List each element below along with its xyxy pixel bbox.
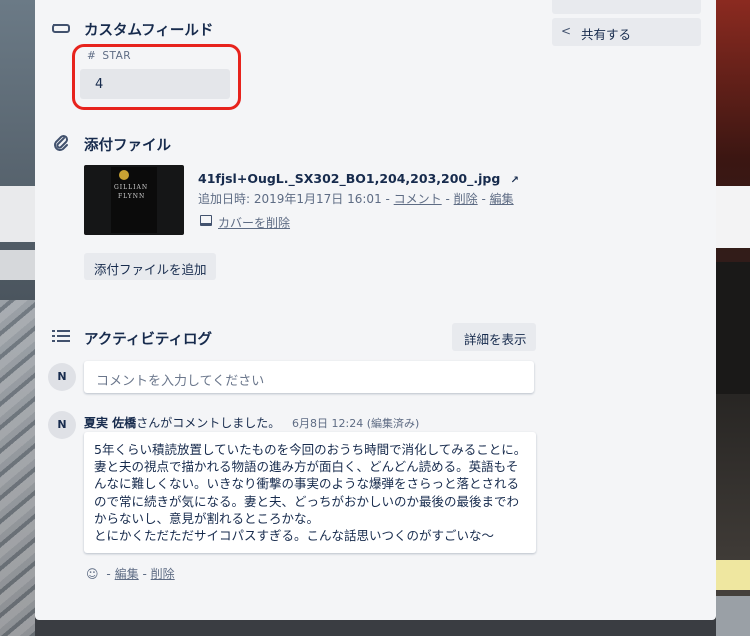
sidebar-button-partial[interactable] [552,0,701,14]
share-button-label: 共有する [581,27,632,42]
share-button[interactable]: < 共有する [552,18,701,46]
board-background-right [716,0,750,636]
comment-header: 夏実 佐橋さんがコメントしました。 6月8日 12:24 (編集済み) [84,416,420,430]
add-reaction-icon[interactable]: ☺ [86,567,99,581]
remove-cover-link[interactable]: カバーを削除 [200,214,290,231]
board-card[interactable] [716,596,750,636]
book-cover-lettering: GILLIAN [114,184,149,191]
avatar[interactable]: N [48,411,76,439]
book-cover-image [111,167,157,233]
activity-list-icon [52,329,70,346]
custom-fields-title: カスタムフィールド [84,23,214,39]
board-card[interactable] [0,186,35,242]
attachment-thumbnail[interactable]: GILLIAN FLYNN [84,165,184,235]
card-detail-modal: < 共有する カスタムフィールド # STAR 4 添付ファイル GILLIAN … [35,0,716,620]
share-icon: < [561,24,572,38]
activity-title: アクティビティログ [84,332,213,348]
card-cover-icon [200,215,212,226]
highlight-annotation-ring [72,44,241,110]
add-attachment-button[interactable]: 添付ファイルを追加 [84,253,216,280]
attachment-meta: 追加日時: 2019年1月17日 16:01 - コメント - 削除 - 編集 [198,192,514,206]
board-card-cover[interactable] [716,262,750,394]
book-cover-lettering: FLYNN [118,193,146,200]
comment-timestamp[interactable]: 6月8日 12:24 (編集済み) [292,417,419,430]
external-link-icon[interactable]: ↗ [511,175,519,186]
attachment-comment-link[interactable]: コメント [394,192,442,206]
board-card[interactable] [716,186,750,248]
book-cover-seal [119,170,129,180]
attachment-delete-link[interactable]: 削除 [454,192,478,206]
attachment-edit-link[interactable]: 編集 [490,192,514,206]
comment-body: 5年くらい積読放置していたものを今回のおうち時間で消化してみることに。 妻と夫の… [84,432,536,553]
comment-input[interactable]: コメントを入力してください [84,361,534,393]
comment-author[interactable]: 夏実 佐橋 [84,416,136,430]
comment-actions: ☺ - 編集 - 削除 [86,567,175,581]
board-card[interactable] [0,250,35,280]
comment-edit-link[interactable]: 編集 [115,567,139,581]
board-background-left [0,0,35,636]
show-details-button[interactable]: 詳細を表示 [452,323,536,351]
custom-field-icon [52,21,70,37]
attachments-title: 添付ファイル [84,138,171,154]
board-card[interactable] [716,560,750,590]
comment-delete-link[interactable]: 削除 [151,567,175,581]
avatar[interactable]: N [48,363,76,391]
attachment-filename[interactable]: 41fjsl+OugL._SX302_BO1,204,203,200_.jpg … [198,171,519,186]
board-background-image [0,300,35,636]
comment-text: 5年くらい積読放置していたものを今回のおうち時間で消化してみることに。 妻と夫の… [94,442,527,544]
paperclip-icon [53,134,69,155]
